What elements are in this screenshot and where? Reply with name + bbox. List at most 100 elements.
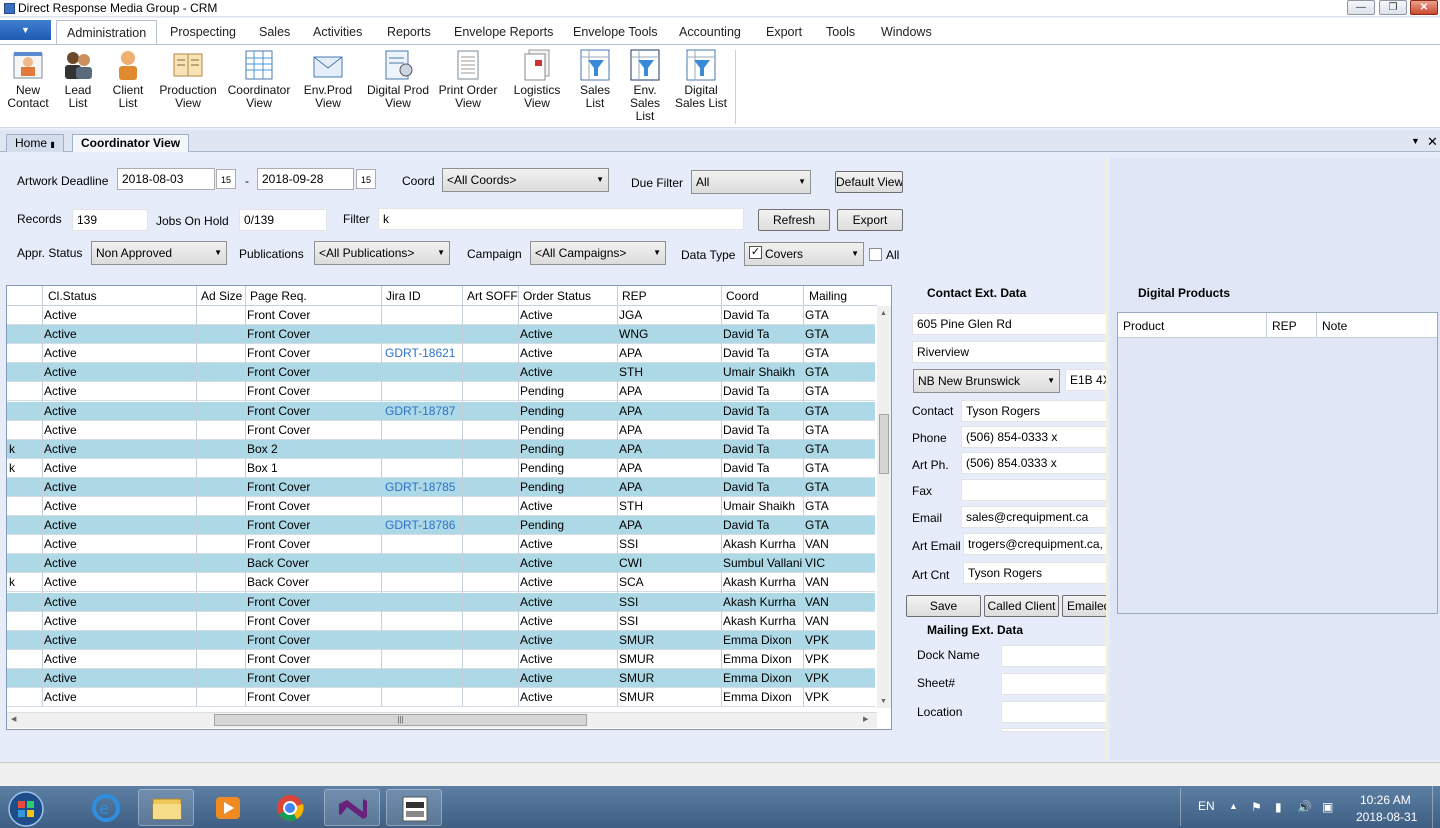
refresh-button[interactable]: Refresh bbox=[758, 209, 830, 231]
table-row[interactable]: Active Front Cover GDRT-18786 Pending APA Dav… bbox=[7, 516, 875, 536]
calendar-icon[interactable]: 15 bbox=[216, 169, 236, 189]
table-row[interactable]: Active Front Cover Active WNG David Ta GTA bbox=[7, 325, 875, 345]
env-prod-view-button[interactable]: Env.Prod View bbox=[300, 48, 356, 110]
table-row[interactable]: Active Front Cover Active STH Umair Shaikh GT… bbox=[7, 363, 875, 383]
postal-code-field[interactable]: E1B 4X bbox=[1065, 369, 1107, 391]
province-dropdown[interactable]: NB New Brunswick ▼ bbox=[913, 369, 1060, 393]
data-type-dropdown[interactable]: Covers ▼ bbox=[744, 242, 864, 266]
col-ad-size[interactable]: Ad Size bbox=[201, 289, 242, 303]
filter-input[interactable]: k bbox=[378, 208, 744, 230]
vertical-scroll-thumb[interactable] bbox=[879, 414, 889, 474]
volume-icon[interactable]: 🔊 bbox=[1297, 800, 1312, 814]
tab-coordinator-view[interactable]: Coordinator View bbox=[72, 134, 190, 152]
sales-list-button[interactable]: Sales List bbox=[574, 48, 616, 110]
scroll-right-icon[interactable]: ▶ bbox=[863, 715, 868, 723]
export-button[interactable]: Export bbox=[837, 209, 903, 231]
chrome-icon[interactable] bbox=[262, 789, 318, 826]
tab-prospecting[interactable]: Prospecting bbox=[170, 20, 236, 44]
tab-activities[interactable]: Activities bbox=[313, 20, 362, 44]
due-filter-dropdown[interactable]: All ▼ bbox=[691, 170, 811, 194]
table-row[interactable]: Active Front Cover Active SSI Akash Kurrha VA… bbox=[7, 535, 875, 555]
table-row[interactable]: Active Back Cover Active CWI Sumbul Vallani V… bbox=[7, 554, 875, 574]
table-row[interactable]: k Active Back Cover Active SCA Akash Kurrha VA… bbox=[7, 573, 875, 593]
tab-sales[interactable]: Sales bbox=[259, 20, 290, 44]
table-row[interactable]: k Active Box 2 Pending APA David Ta GTA bbox=[7, 439, 875, 459]
col-note[interactable]: Note bbox=[1322, 319, 1347, 333]
tab-export[interactable]: Export bbox=[766, 20, 802, 44]
col-product[interactable]: Product bbox=[1123, 319, 1164, 333]
media-player-icon[interactable] bbox=[200, 789, 256, 826]
tab-administration[interactable]: Administration bbox=[56, 20, 158, 44]
cell-jira-id[interactable]: GDRT-18786 bbox=[385, 518, 455, 532]
horizontal-scroll-thumb[interactable]: ||| bbox=[214, 714, 587, 726]
email-field[interactable]: sales@crequipment.ca bbox=[961, 506, 1107, 528]
col-mailing[interactable]: Mailing bbox=[809, 289, 847, 303]
calendar-icon[interactable]: 15 bbox=[356, 169, 376, 189]
logistics-view-button[interactable]: Logistics View bbox=[508, 48, 566, 110]
col-rep[interactable]: REP bbox=[622, 289, 647, 303]
coord-dropdown[interactable]: <All Coords> ▼ bbox=[442, 168, 609, 192]
publications-dropdown[interactable]: <All Publications> ▼ bbox=[314, 241, 450, 265]
tab-windows[interactable]: Windows bbox=[881, 20, 932, 44]
table-row[interactable]: Active Front Cover GDRT-18787 Pending APA Dav… bbox=[7, 401, 875, 421]
table-row[interactable]: Active Front Cover Pending APA David Ta GTA bbox=[7, 382, 875, 402]
cell-jira-id[interactable]: GDRT-18621 bbox=[385, 346, 455, 360]
restore-button[interactable]: ❐ bbox=[1379, 0, 1407, 15]
address1-field[interactable]: 605 Pine Glen Rd bbox=[912, 313, 1107, 335]
contact-field[interactable]: Tyson Rogers bbox=[961, 400, 1107, 422]
art-email-field[interactable]: trogers@crequipment.ca, bbox=[963, 533, 1107, 555]
tab-envelope-tools[interactable]: Envelope Tools bbox=[573, 20, 658, 44]
art-phone-field[interactable]: (506) 854.0333 x bbox=[961, 452, 1107, 474]
table-row[interactable]: k Active Box 1 Pending APA David Ta GTA bbox=[7, 458, 875, 478]
table-row[interactable]: Active Front Cover Active SSI Akash Kurrha VA… bbox=[7, 611, 875, 631]
crm-app-icon[interactable] bbox=[386, 789, 442, 826]
campaign-dropdown[interactable]: <All Campaigns> ▼ bbox=[530, 241, 666, 265]
extra-field[interactable] bbox=[1001, 728, 1107, 732]
production-view-button[interactable]: Production View bbox=[156, 48, 220, 110]
clock-date[interactable]: 2018-08-31 bbox=[1356, 810, 1417, 824]
tab-reports[interactable]: Reports bbox=[387, 20, 431, 44]
emailed-button[interactable]: Emailed bbox=[1062, 595, 1107, 617]
action-center-icon[interactable]: ⚑ bbox=[1251, 800, 1262, 814]
sheet-field[interactable] bbox=[1001, 673, 1107, 695]
col-jira-id[interactable]: Jira ID bbox=[386, 289, 421, 303]
table-row[interactable]: Active Front Cover Active SMUR Emma Dixon VPK bbox=[7, 630, 875, 650]
new-contact-button[interactable]: New Contact bbox=[4, 48, 52, 110]
tray-expand-icon[interactable]: ▲ bbox=[1229, 801, 1238, 811]
address2-field[interactable]: Riverview bbox=[912, 341, 1107, 363]
file-explorer-icon[interactable] bbox=[138, 789, 194, 826]
start-button[interactable] bbox=[2, 788, 46, 828]
table-row[interactable]: Active Front Cover Active JGA David Ta GTA bbox=[7, 306, 875, 326]
table-row[interactable]: Active Front Cover GDRT-18621 Active APA Davi… bbox=[7, 344, 875, 364]
location-field[interactable] bbox=[1001, 701, 1107, 723]
app-menu-button[interactable]: ▼ bbox=[0, 20, 51, 40]
vertical-scrollbar[interactable] bbox=[877, 306, 891, 708]
visual-studio-icon[interactable] bbox=[324, 789, 380, 826]
digital-products-grid[interactable]: Product REP Note bbox=[1117, 312, 1438, 614]
phone-field[interactable]: (506) 854-0333 x bbox=[961, 426, 1107, 448]
digital-sales-list-button[interactable]: Digital Sales List bbox=[674, 48, 728, 110]
scroll-up-icon[interactable]: ▲ bbox=[880, 310, 887, 317]
close-tab-icon[interactable]: ✕ bbox=[1427, 134, 1438, 150]
date-to-input[interactable]: 2018-09-28 bbox=[257, 168, 354, 190]
minimize-button[interactable]: — bbox=[1347, 0, 1375, 15]
language-indicator[interactable]: EN bbox=[1198, 799, 1215, 813]
table-row[interactable]: Active Front Cover Active SSI Akash Kurrha VA… bbox=[7, 592, 875, 612]
tab-accounting[interactable]: Accounting bbox=[679, 20, 741, 44]
table-row[interactable]: Active Front Cover Active SMUR Emma Dixon VPK bbox=[7, 668, 875, 688]
appr-status-dropdown[interactable]: Non Approved ▼ bbox=[91, 241, 227, 265]
col-rep[interactable]: REP bbox=[1272, 319, 1297, 333]
cell-jira-id[interactable]: GDRT-18787 bbox=[385, 404, 455, 418]
lead-list-button[interactable]: Lead List bbox=[56, 48, 100, 110]
coordinator-view-button[interactable]: Coordinator View bbox=[224, 48, 294, 110]
env-sales-list-button[interactable]: Env. Sales List bbox=[620, 48, 670, 123]
table-row[interactable]: Active Front Cover Active SMUR Emma Dixon VPK bbox=[7, 649, 875, 669]
scroll-left-icon[interactable]: ◀ bbox=[11, 715, 16, 723]
col-art-soff[interactable]: Art SOFF bbox=[467, 289, 518, 303]
called-client-button[interactable]: Called Client bbox=[984, 595, 1059, 617]
table-row[interactable]: Active Front Cover Active SMUR Emma Dixon VPK bbox=[7, 688, 875, 708]
internet-explorer-icon[interactable]: e bbox=[78, 789, 134, 826]
table-row[interactable]: Active Front Cover Pending APA David Ta GTA bbox=[7, 420, 875, 440]
orders-grid[interactable]: Cl.Status Ad Size Page Req. Jira ID Art … bbox=[6, 285, 892, 730]
tab-tools[interactable]: Tools bbox=[826, 20, 855, 44]
